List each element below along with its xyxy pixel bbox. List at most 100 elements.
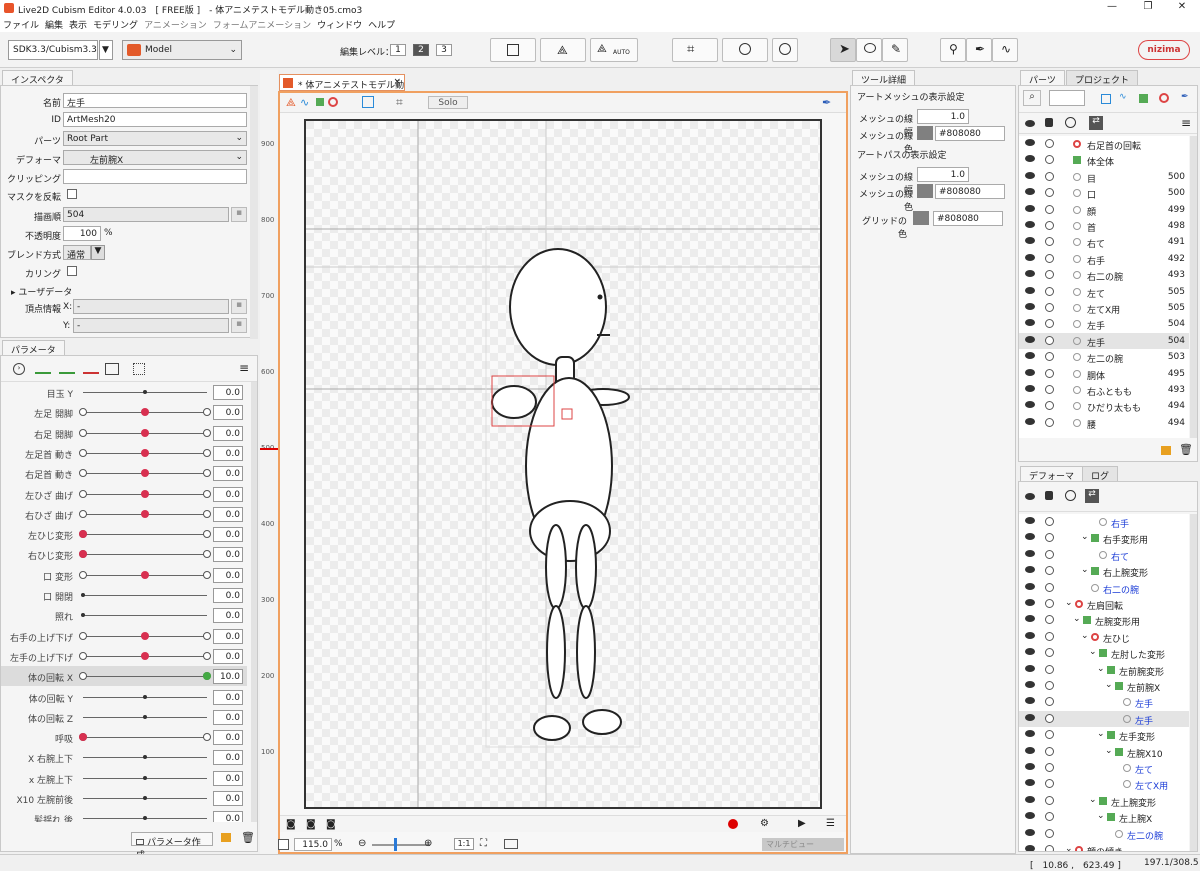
parameter-slider-track[interactable] bbox=[83, 676, 207, 678]
parameter-slider-knob[interactable] bbox=[143, 694, 147, 699]
lock-toggle[interactable] bbox=[1045, 286, 1054, 296]
deformer-row[interactable]: ⌄ 右手変形用 bbox=[1019, 530, 1189, 546]
lock-toggle[interactable] bbox=[1045, 615, 1054, 625]
parameter-slider-knob[interactable] bbox=[81, 613, 85, 618]
warp-deformer-button[interactable]: ⌗ bbox=[672, 38, 718, 62]
part-row[interactable]: 左手 504 bbox=[1019, 332, 1189, 349]
parameter-row[interactable]: 左足 開脚 0.0 bbox=[1, 402, 247, 422]
parameter-row[interactable]: 口 開閉 0.0 bbox=[1, 585, 247, 605]
tab-parts[interactable]: パーツ bbox=[1020, 70, 1065, 86]
parameter-value[interactable]: 0.0 bbox=[213, 547, 243, 563]
lock-toggle[interactable] bbox=[1045, 253, 1054, 263]
part-row[interactable]: 腰 494 bbox=[1019, 415, 1189, 431]
parameter-value[interactable]: 0.0 bbox=[213, 445, 243, 461]
record-icon[interactable] bbox=[728, 819, 738, 829]
parameter-scrollbar[interactable] bbox=[251, 382, 257, 822]
zoom-slider[interactable] bbox=[372, 844, 430, 846]
parameter-slider-knob[interactable] bbox=[141, 408, 149, 417]
part-row[interactable]: 左てX用 505 bbox=[1019, 300, 1189, 316]
lock-toggle[interactable] bbox=[1045, 533, 1054, 543]
trash-icon[interactable]: 🗑 bbox=[1179, 443, 1193, 456]
glue-button[interactable] bbox=[772, 38, 798, 62]
grid-color-swatch[interactable] bbox=[913, 211, 929, 225]
parameter-endpoint-key[interactable] bbox=[203, 408, 211, 417]
part-row[interactable]: 右二の腕 493 bbox=[1019, 267, 1189, 283]
camera-icon[interactable]: ◙ bbox=[286, 819, 296, 830]
lock-toggle[interactable] bbox=[1045, 171, 1054, 181]
brush-tool-button[interactable]: ✎ bbox=[882, 38, 908, 62]
chevron-down-icon[interactable]: ⌄ bbox=[1081, 631, 1089, 641]
deformer-row[interactable]: ⌄ 顔の傾き bbox=[1019, 842, 1189, 851]
parameter-slider-knob[interactable] bbox=[81, 593, 85, 597]
lock-toggle[interactable] bbox=[1045, 401, 1054, 411]
eye-icon[interactable] bbox=[1025, 812, 1035, 820]
rotation-filter-icon[interactable] bbox=[1159, 93, 1169, 103]
blend-dropdown-button[interactable]: ▼ bbox=[91, 245, 105, 260]
blend-select[interactable]: 通常 bbox=[63, 245, 91, 260]
parts-search-input[interactable] bbox=[1049, 90, 1085, 106]
part-row[interactable]: 顔 499 bbox=[1019, 202, 1189, 218]
lock-toggle[interactable] bbox=[1045, 681, 1054, 690]
tab-project[interactable]: プロジェクト bbox=[1066, 70, 1139, 86]
deformer-row[interactable]: 右二の腕 bbox=[1019, 580, 1189, 596]
parameter-slider-track[interactable] bbox=[83, 534, 207, 536]
eye-icon[interactable] bbox=[1025, 155, 1035, 163]
frame-icon[interactable] bbox=[504, 839, 518, 849]
tab-deformer[interactable]: デフォーマ bbox=[1020, 466, 1084, 482]
parameter-row[interactable]: 口 変形 0.0 bbox=[1, 565, 247, 585]
parameter-value[interactable]: 0.0 bbox=[213, 689, 243, 705]
menu-icon[interactable]: ≡ bbox=[239, 361, 249, 375]
create-parameter-button[interactable]: パラメータ作成 bbox=[131, 832, 213, 861]
part-row[interactable]: 右足首の回転 bbox=[1019, 136, 1189, 152]
add-keys-icon[interactable] bbox=[59, 364, 75, 374]
chevron-down-icon[interactable]: ⌄ bbox=[1081, 532, 1089, 542]
parameter-row[interactable]: 右ひざ 曲げ 0.0 bbox=[1, 504, 247, 524]
eye-icon[interactable] bbox=[1025, 237, 1035, 245]
tab-log[interactable]: ログ bbox=[1082, 466, 1119, 482]
menu-item[interactable]: アニメーション bbox=[141, 16, 210, 33]
eye-icon[interactable] bbox=[1025, 221, 1035, 228]
deformer-row[interactable]: 左て bbox=[1019, 760, 1189, 776]
parameter-value[interactable]: 0.0 bbox=[213, 588, 243, 603]
parameter-slider-track[interactable] bbox=[83, 737, 207, 739]
lock-toggle[interactable] bbox=[1045, 631, 1054, 641]
parameter-value[interactable]: 0.0 bbox=[213, 811, 243, 822]
eye-icon[interactable] bbox=[1025, 171, 1035, 179]
lock-toggle[interactable] bbox=[1045, 845, 1054, 851]
menu-item[interactable]: ウィンドウ bbox=[314, 16, 365, 33]
eye-icon[interactable] bbox=[1025, 385, 1035, 392]
mesh-edit-button[interactable]: ⟁ bbox=[540, 38, 586, 62]
parameter-row[interactable]: 髪揺れ 後 0.0 bbox=[1, 808, 247, 822]
edit-level-3-button[interactable]: 3 bbox=[436, 44, 452, 56]
rotation-display-icon[interactable] bbox=[328, 97, 338, 107]
parameter-value[interactable]: 0.0 bbox=[213, 466, 243, 482]
deformer-row[interactable]: ⌄ 左ひじ bbox=[1019, 629, 1189, 645]
culling-checkbox[interactable] bbox=[67, 266, 77, 276]
path-display-icon[interactable]: ∿ bbox=[300, 96, 309, 109]
eye-icon[interactable] bbox=[1025, 352, 1035, 360]
eye-icon[interactable] bbox=[1025, 566, 1035, 574]
eye-icon[interactable] bbox=[1025, 319, 1035, 327]
part-row[interactable]: 口 500 bbox=[1019, 185, 1189, 201]
eye-icon[interactable] bbox=[1025, 368, 1035, 376]
camera-sequence-icon[interactable]: ◙ bbox=[306, 819, 316, 830]
eye-icon[interactable] bbox=[1025, 120, 1035, 127]
draw-order-field[interactable]: 504 bbox=[63, 207, 229, 222]
parameter-slider-track[interactable] bbox=[83, 595, 207, 596]
chevron-down-icon[interactable]: ⌄ bbox=[1065, 844, 1073, 851]
eye-icon[interactable] bbox=[1025, 335, 1035, 343]
eye-icon[interactable] bbox=[1025, 681, 1035, 688]
parameter-value[interactable]: 0.0 bbox=[213, 608, 243, 624]
multiview-button[interactable]: マルチビュー bbox=[762, 838, 844, 851]
parameter-endpoint-key[interactable] bbox=[203, 509, 211, 518]
part-row[interactable]: 目 500 bbox=[1019, 169, 1189, 185]
eye-icon[interactable] bbox=[1025, 582, 1035, 590]
lock-toggle[interactable] bbox=[1045, 746, 1054, 756]
ratio-button[interactable]: 1:1 bbox=[454, 838, 474, 850]
parameter-row[interactable]: 右足 開脚 0.0 bbox=[1, 423, 247, 443]
zoom-out-icon[interactable]: ⊖ bbox=[358, 838, 366, 849]
chevron-down-icon[interactable]: ⌄ bbox=[1097, 729, 1105, 739]
lock-toggle[interactable] bbox=[1045, 139, 1054, 148]
pen-filter-icon[interactable]: ✒ bbox=[1181, 92, 1189, 102]
parameter-value[interactable]: 0.0 bbox=[213, 628, 243, 644]
